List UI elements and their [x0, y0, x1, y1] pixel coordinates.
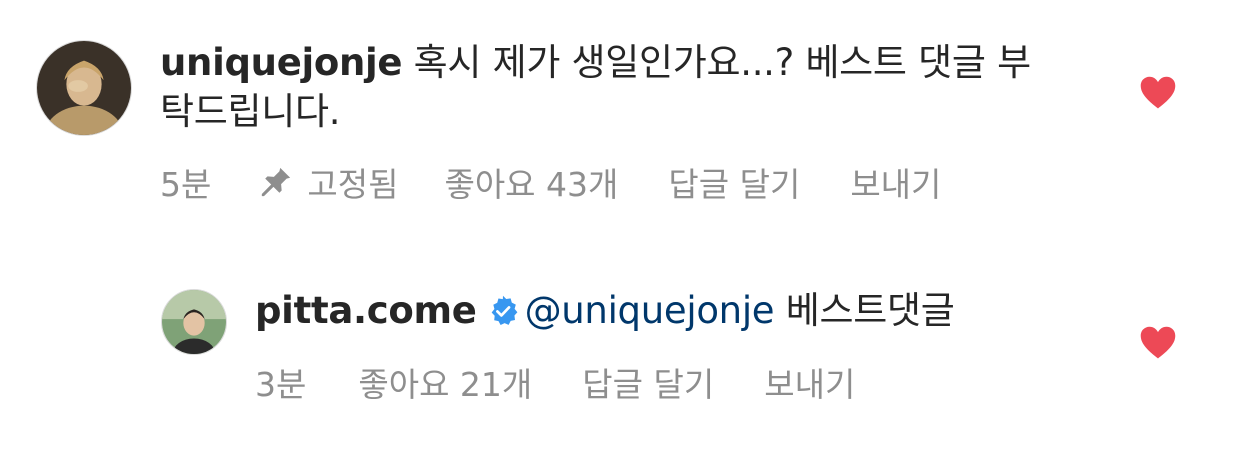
reply-item: pitta.come @uniquejonje 베스트댓글 3분 좋아요 21개…	[0, 230, 1242, 453]
avatar[interactable]	[161, 289, 227, 355]
comment-item: uniquejonje 혹시 제가 생일인가요...? 베스트 댓글 부 탁드립…	[0, 0, 1242, 230]
send-button[interactable]: 보내기	[850, 158, 941, 206]
reply-meta: 3분 좋아요 21개 답글 달기 보내기	[255, 358, 855, 406]
comment-body: 혹시 제가 생일인가요...? 베스트 댓글 부	[402, 41, 1031, 84]
mention-link[interactable]: @uniquejonje	[525, 289, 775, 332]
heart-icon[interactable]	[1139, 326, 1177, 360]
reply-button[interactable]: 답글 달기	[668, 158, 800, 206]
pinned-label: 고정됨	[307, 165, 399, 204]
reply-username[interactable]: pitta.come	[255, 289, 477, 332]
reply-time: 3분	[255, 365, 307, 404]
comment-meta: 5분 고정됨 좋아요 43개 답글 달기 보내기	[160, 158, 941, 206]
verified-badge-icon	[491, 295, 517, 325]
pin-icon	[262, 167, 291, 197]
heart-icon[interactable]	[1139, 76, 1177, 110]
reply-button[interactable]: 답글 달기	[582, 358, 714, 406]
comment-username[interactable]: uniquejonje	[160, 41, 403, 84]
pinned-indicator: 고정됨	[259, 158, 398, 206]
avatar-image	[37, 41, 131, 135]
reply-body: 베스트댓글	[774, 289, 955, 332]
likes-count-button[interactable]: 좋아요 43개	[444, 158, 618, 206]
comment-text: uniquejonje 혹시 제가 생일인가요...? 베스트 댓글 부 탁드립…	[160, 38, 1080, 136]
avatar[interactable]	[36, 40, 132, 136]
avatar-image	[162, 290, 226, 354]
send-button[interactable]: 보내기	[764, 358, 855, 406]
comment-body-continued: 탁드립니다.	[160, 90, 341, 133]
comment-time: 5분	[160, 165, 212, 204]
likes-count-button[interactable]: 좋아요 21개	[358, 358, 532, 406]
reply-text: pitta.come @uniquejonje 베스트댓글	[255, 286, 1075, 335]
